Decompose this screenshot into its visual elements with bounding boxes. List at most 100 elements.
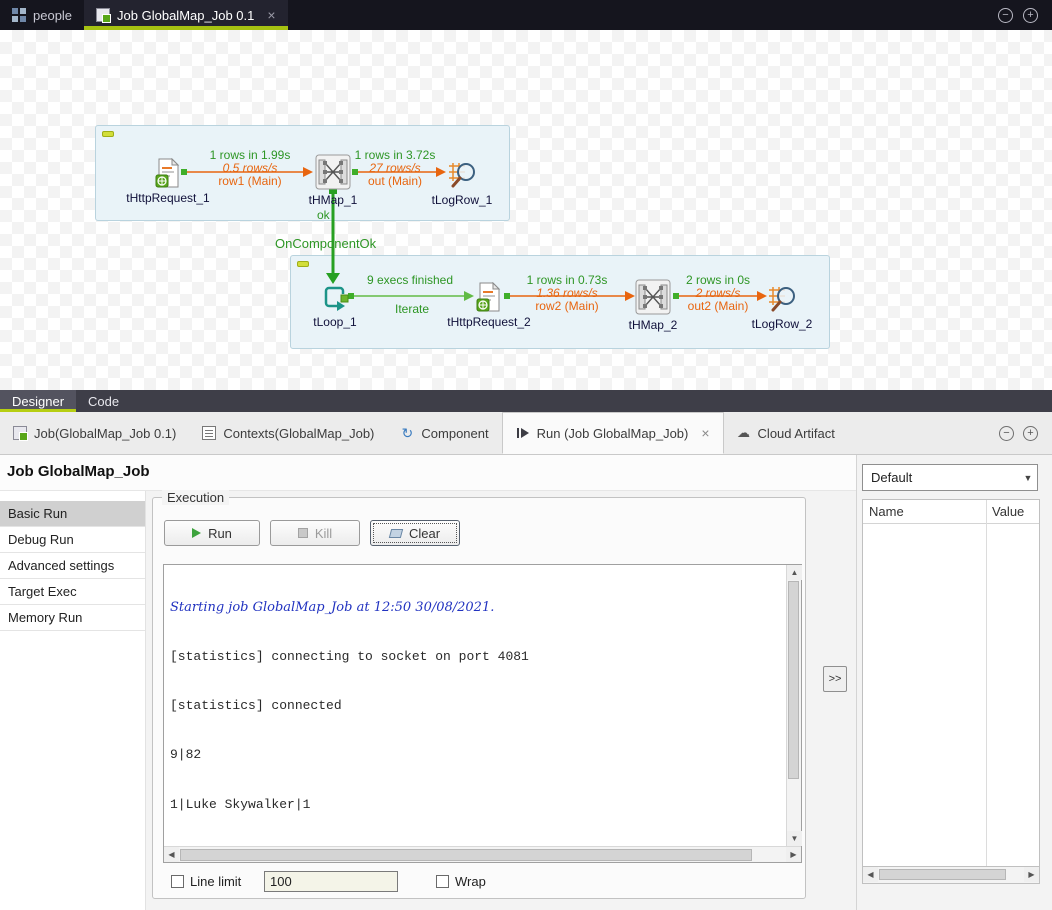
component-label: tHttpRequest_1	[118, 191, 218, 205]
scroll-right-icon[interactable]: ▶	[1024, 867, 1039, 882]
column-header-name[interactable]: Name	[869, 504, 904, 519]
editor-tabbar-actions: − +	[998, 0, 1052, 30]
console-line: 1|Luke Skywalker|1	[170, 797, 780, 813]
run-button[interactable]: Run	[164, 520, 260, 546]
scroll-down-icon[interactable]: ▼	[787, 831, 802, 846]
table-header: Name Value	[863, 500, 1039, 524]
component-tab-icon: ↻	[400, 426, 414, 440]
sidebar-item-target-exec[interactable]: Target Exec	[0, 579, 145, 605]
tab-people[interactable]: people	[0, 0, 84, 30]
tab-label: Component	[421, 426, 488, 441]
execution-groupbox: Execution Run Kill Clear Starting job Gl…	[152, 497, 806, 899]
tab-component[interactable]: ↻ Component	[387, 412, 501, 454]
sidebar-item-advanced-settings[interactable]: Advanced settings	[0, 553, 145, 579]
console-vertical-scrollbar[interactable]: ▲ ▼	[786, 565, 801, 846]
run-tab-icon	[516, 426, 530, 440]
line-limit-checkbox[interactable]	[171, 875, 184, 888]
component-label: tHttpRequest_2	[439, 315, 539, 329]
bottom-panel-tabbar: Job(GlobalMap_Job 0.1) Contexts(GlobalMa…	[0, 412, 1052, 455]
tab-job-globalmap[interactable]: Job GlobalMap_Job 0.1 ×	[84, 0, 288, 30]
close-icon[interactable]: ×	[701, 425, 709, 441]
tab-designer[interactable]: Designer	[0, 390, 76, 412]
component-label: tLogRow_2	[732, 317, 832, 331]
column-header-value[interactable]: Value	[992, 504, 1024, 519]
people-tab-icon	[12, 8, 26, 22]
row-name: Iterate	[347, 303, 477, 316]
sidebar-item-basic-run[interactable]: Basic Run	[0, 501, 145, 527]
minimize-icon[interactable]: −	[998, 8, 1013, 23]
connection-label-row1[interactable]: 1 rows in 1.99s 0.5 rows/s row1 (Main)	[185, 149, 315, 188]
thttprequest-icon	[476, 282, 502, 312]
tab-contexts[interactable]: Contexts(GlobalMap_Job)	[189, 412, 387, 454]
subjob-collapse-handle[interactable]	[297, 261, 309, 267]
eraser-icon	[389, 529, 403, 538]
sidebar-item-memory-run[interactable]: Memory Run	[0, 605, 145, 631]
context-selector[interactable]: Default ▼	[862, 464, 1038, 491]
row-name: row1 (Main)	[185, 175, 315, 188]
wrap-label: Wrap	[436, 874, 486, 889]
console-horizontal-scrollbar[interactable]: ◀ ▶	[164, 846, 801, 862]
connection-label-row2[interactable]: 1 rows in 0.73s 1.36 rows/s row2 (Main)	[502, 274, 632, 313]
wrap-checkbox[interactable]	[436, 875, 449, 888]
editor-tabbar: people Job GlobalMap_Job 0.1 × − +	[0, 0, 1052, 30]
execution-console[interactable]: Starting job GlobalMap_Job at 12:50 30/0…	[163, 564, 802, 863]
scroll-left-icon[interactable]: ◀	[164, 847, 179, 862]
scrollbar-thumb[interactable]	[788, 581, 799, 779]
trigger-oncomponentok-label[interactable]: OnComponentOk	[275, 236, 376, 251]
tab-label: Job GlobalMap_Job 0.1	[117, 8, 254, 23]
tab-label: people	[33, 8, 72, 23]
job-tab-icon	[96, 8, 110, 22]
panel-divider[interactable]	[856, 455, 857, 910]
row-name: out (Main)	[330, 175, 460, 188]
console-output[interactable]: Starting job GlobalMap_Job at 12:50 30/0…	[164, 565, 786, 846]
line-limit-input[interactable]	[264, 871, 398, 892]
line-limit-label: Line limit	[171, 874, 241, 889]
row-name: row2 (Main)	[502, 300, 632, 313]
scrollbar-thumb[interactable]	[180, 849, 752, 861]
context-variables-table: Name Value	[862, 499, 1040, 867]
clear-button[interactable]: Clear	[370, 520, 460, 546]
button-label: Run	[208, 526, 232, 541]
component-label: tHMap_1	[283, 193, 383, 207]
tab-label: Designer	[12, 394, 64, 409]
sidebar-item-debug-run[interactable]: Debug Run	[0, 527, 145, 553]
connection-label-iterate[interactable]: Iterate	[347, 303, 477, 316]
scroll-left-icon[interactable]: ◀	[863, 867, 878, 882]
tab-code[interactable]: Code	[76, 390, 131, 412]
close-icon[interactable]: ×	[267, 7, 275, 23]
cloud-tab-icon: ☁	[737, 426, 751, 440]
tab-label: Code	[88, 394, 119, 409]
maximize-icon[interactable]: +	[1023, 8, 1038, 23]
tab-run[interactable]: Run (Job GlobalMap_Job) ×	[502, 412, 724, 454]
tab-label: Run (Job GlobalMap_Job)	[537, 426, 689, 441]
designer-code-bar: Designer Code	[0, 390, 1052, 412]
row-stats: 9 execs finished	[345, 274, 475, 287]
stop-icon	[298, 528, 308, 538]
scroll-right-icon[interactable]: ▶	[786, 847, 801, 862]
page-title: Job GlobalMap_Job	[0, 455, 856, 489]
console-line: Starting job GlobalMap_Job at 12:50 30/0…	[170, 600, 780, 616]
maximize-icon[interactable]: +	[1023, 426, 1038, 441]
console-line: [statistics] connected	[170, 698, 780, 714]
job-designer-canvas[interactable]: tHttpRequest_1 tHMap_1 tLogRow_1	[0, 30, 1052, 390]
connection-label-out[interactable]: 1 rows in 3.72s 27 rows/s out (Main)	[330, 149, 460, 188]
tab-job[interactable]: Job(GlobalMap_Job 0.1)	[0, 412, 189, 454]
row-name: out2 (Main)	[653, 300, 783, 313]
minimize-icon[interactable]: −	[999, 426, 1014, 441]
restore-panel-button[interactable]: >>	[823, 666, 847, 692]
connection-label-out2[interactable]: 2 rows in 0s 2 rows/s out2 (Main)	[653, 274, 783, 313]
tab-label: Cloud Artifact	[758, 426, 835, 441]
tab-cloud-artifact[interactable]: ☁ Cloud Artifact	[724, 412, 848, 454]
component-label: tLoop_1	[285, 315, 385, 329]
connection-label-iterate-stats[interactable]: 9 execs finished	[345, 274, 475, 287]
kill-button[interactable]: Kill	[270, 520, 360, 546]
table-horizontal-scrollbar[interactable]: ◀ ▶	[862, 867, 1040, 884]
subjob-collapse-handle[interactable]	[102, 131, 114, 137]
component-label: tLogRow_1	[412, 193, 512, 207]
panel-tabbar-actions: − +	[999, 412, 1052, 454]
column-divider[interactable]	[986, 500, 987, 866]
console-line: [statistics] connecting to socket on por…	[170, 649, 780, 665]
scrollbar-thumb[interactable]	[879, 869, 1006, 880]
scroll-up-icon[interactable]: ▲	[787, 565, 802, 580]
tab-label: Job(GlobalMap_Job 0.1)	[34, 426, 176, 441]
